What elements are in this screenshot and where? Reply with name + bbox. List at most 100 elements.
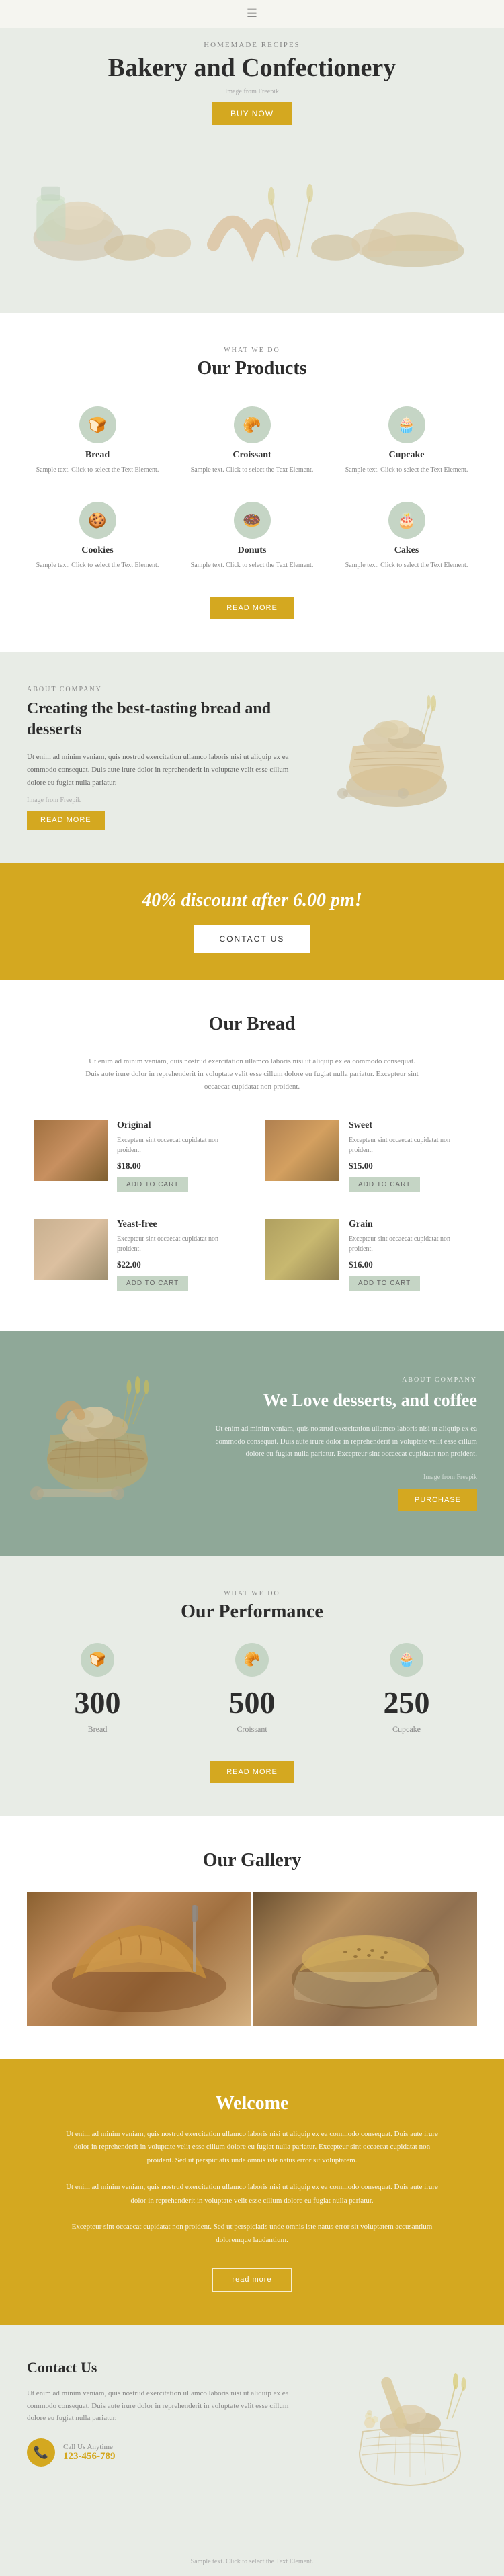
bread-original-title: Original (117, 1120, 239, 1131)
bread-section-desc: Ut enim ad minim veniam, quis nostrud ex… (84, 1055, 420, 1093)
perf-cupcake-label: Cupcake (336, 1724, 477, 1734)
bread-original-add-to-cart-button[interactable]: ADD TO CART (117, 1177, 188, 1192)
bread-grain-title: Grain (349, 1219, 470, 1230)
about-right (329, 686, 477, 824)
product-cookies[interactable]: 🍪 Cookies Sample text. Click to select t… (27, 495, 168, 577)
bread-card-grain: Grain Excepteur sint occaecat cupidatat … (259, 1212, 477, 1298)
discount-title: 40% discount after 6.00 pm! (27, 890, 477, 912)
cookies-icon: 🍪 (79, 502, 116, 539)
phone-icon[interactable]: 📞 (27, 2438, 55, 2467)
gallery-img-1 (27, 1892, 251, 2026)
about-title: Creating the best-tasting bread and dess… (27, 699, 309, 740)
contact-us-button[interactable]: CONTACT US (194, 925, 310, 953)
performance-grid: 🍞 300 Bread 🥐 500 Croissant 🧁 250 Cupcak… (27, 1643, 477, 1734)
product-cupcake[interactable]: 🧁 Cupcake Sample text. Click to select t… (336, 400, 477, 482)
welove-section: about company We Love desserts, and coff… (0, 1331, 504, 1556)
croissant-name: Croissant (188, 450, 316, 461)
perf-bread-number: 300 (27, 1685, 168, 1720)
donuts-name: Donuts (188, 545, 316, 556)
welcome-title: Welcome (40, 2093, 464, 2115)
welcome-read-more-button[interactable]: read more (212, 2268, 292, 2292)
welove-right: about company We Love desserts, and coff… (195, 1376, 477, 1511)
perf-croissant-icon: 🥐 (235, 1643, 269, 1677)
about-label: about company (27, 686, 309, 693)
welove-title: We Love desserts, and coffee (195, 1389, 477, 1412)
bread-original-desc: Excepteur sint occaecat cupidatat non pr… (117, 1135, 239, 1155)
bread-original-price: $18.00 (117, 1161, 239, 1171)
performance-section: what we do Our Performance 🍞 300 Bread 🥐… (0, 1556, 504, 1816)
phone-number[interactable]: 123-456-789 (63, 2451, 116, 2462)
about-section: about company Creating the best-tasting … (0, 652, 504, 863)
basket-illustration-svg (329, 686, 464, 820)
menu-bar: ☰ (0, 0, 504, 28)
bread-yeastfree-add-to-cart-button[interactable]: ADD TO CART (117, 1276, 188, 1291)
gallery-title: Our Gallery (27, 1850, 477, 1871)
croissant-desc: Sample text. Click to select the Text El… (188, 465, 316, 475)
hero-illustration (27, 138, 477, 286)
cakes-icon: 🎂 (388, 502, 425, 539)
welove-purchase-button[interactable]: PURCHASE (398, 1489, 477, 1511)
phone-info: Call Us Anytime 123-456-789 (63, 2443, 116, 2462)
bread-grid: Original Excepteur sint occaecat cupidat… (27, 1114, 477, 1298)
products-grid: 🍞 Bread Sample text. Click to select the… (27, 400, 477, 577)
hero-bread-svg (27, 145, 477, 279)
bread-grain-add-to-cart-button[interactable]: ADD TO CART (349, 1276, 420, 1291)
hero-section: Homemade recipes Bakery and Confectioner… (0, 28, 504, 313)
welove-label: about company (195, 1376, 477, 1384)
product-bread[interactable]: 🍞 Bread Sample text. Click to select the… (27, 400, 168, 482)
products-read-more-button[interactable]: Read More (210, 597, 294, 619)
bread-grain-img (265, 1219, 339, 1280)
about-img-placeholder: Image from Freepik (27, 797, 309, 804)
hero-subtitle: Homemade recipes (27, 41, 477, 49)
welcome-section: Welcome Ut enim ad minim veniam, quis no… (0, 2059, 504, 2326)
about-text: Ut enim ad minim veniam, quis nostrud ex… (27, 751, 309, 789)
performance-read-more-button[interactable]: Read More (210, 1761, 294, 1783)
gallery-grid (27, 1892, 477, 2026)
bread-grain-desc: Excepteur sint occaecat cupidatat non pr… (349, 1234, 470, 1254)
bread-grain-info: Grain Excepteur sint occaecat cupidatat … (349, 1219, 470, 1291)
bread-original-info: Original Excepteur sint occaecat cupidat… (117, 1120, 239, 1192)
bread-desc: Sample text. Click to select the Text El… (34, 465, 161, 475)
perf-cupcake-number: 250 (336, 1685, 477, 1720)
cupcake-icon: 🧁 (388, 406, 425, 443)
croissant-icon: 🥐 (234, 406, 271, 443)
bread-section-title: Our Bread (27, 1014, 477, 1035)
bread-sweet-price: $15.00 (349, 1161, 470, 1171)
discount-section: 40% discount after 6.00 pm! CONTACT US (0, 863, 504, 980)
performance-label: what we do (27, 1590, 477, 1597)
gallery-bread-svg-2 (258, 1892, 473, 2026)
bread-yeastfree-price: $22.00 (117, 1259, 239, 1270)
product-donuts[interactable]: 🍩 Donuts Sample text. Click to select th… (181, 495, 323, 577)
donuts-icon: 🍩 (234, 502, 271, 539)
bread-yeastfree-info: Yeast-free Excepteur sint occaecat cupid… (117, 1219, 239, 1291)
product-cakes[interactable]: 🎂 Cakes Sample text. Click to select the… (336, 495, 477, 577)
bread-sweet-desc: Excepteur sint occaecat cupidatat non pr… (349, 1135, 470, 1155)
product-croissant[interactable]: 🥐 Croissant Sample text. Click to select… (181, 400, 323, 482)
bread-icon: 🍞 (79, 406, 116, 443)
welcome-text2: Ut enim ad minim veniam, quis nostrud ex… (64, 2181, 440, 2208)
bread-section-header: Our Bread Ut enim ad minim veniam, quis … (27, 1014, 477, 1093)
bread-card-sweet: Sweet Excepteur sint occaecat cupidatat … (259, 1114, 477, 1199)
bread-sweet-info: Sweet Excepteur sint occaecat cupidatat … (349, 1120, 470, 1192)
hero-title: Bakery and Confectionery (27, 53, 477, 83)
perf-bread-icon: 🍞 (81, 1643, 114, 1677)
bread-yeastfree-img (34, 1219, 108, 1280)
bread-yeastfree-desc: Excepteur sint occaecat cupidatat non pr… (117, 1234, 239, 1254)
perf-cupcake: 🧁 250 Cupcake (336, 1643, 477, 1734)
bread-card-yeastfree: Yeast-free Excepteur sint occaecat cupid… (27, 1212, 245, 1298)
contact-illustration-svg (343, 2359, 477, 2514)
phone-label: Call Us Anytime (63, 2443, 116, 2451)
products-title: Our Products (27, 358, 477, 380)
footer-text: Sample text. Click to select the Text El… (191, 2558, 314, 2565)
about-read-more-button[interactable]: Read More (27, 811, 105, 830)
contact-section: Contact Us Ut enim ad minim veniam, quis… (0, 2325, 504, 2547)
cookies-desc: Sample text. Click to select the Text El… (34, 560, 161, 570)
buy-now-button[interactable]: BUY NOW (212, 102, 292, 125)
bread-sweet-add-to-cart-button[interactable]: ADD TO CART (349, 1177, 420, 1192)
cupcake-desc: Sample text. Click to select the Text El… (343, 465, 470, 475)
bread-section: Our Bread Ut enim ad minim veniam, quis … (0, 980, 504, 1331)
perf-croissant-label: Croissant (181, 1724, 323, 1734)
hamburger-icon[interactable]: ☰ (247, 7, 257, 20)
hero-img-label: Image from Freepik (27, 88, 477, 95)
contact-right (329, 2359, 477, 2514)
